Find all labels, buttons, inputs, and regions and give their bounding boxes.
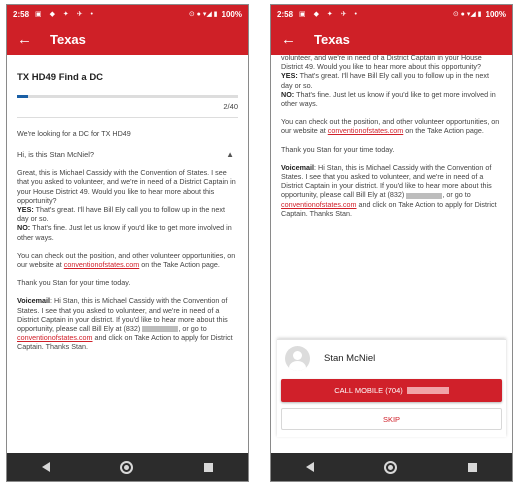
yes-text: That's great. I'll have Bill Ely call yo… xyxy=(281,71,489,90)
battery-level: 100% xyxy=(221,9,242,19)
divider xyxy=(17,117,238,118)
call-mobile-button[interactable]: CALL MOBILE (704) xyxy=(281,379,502,402)
no-label: NO: xyxy=(281,89,295,99)
conversation-content: TX HD49 Find a DC 2/40 We're looking for… xyxy=(7,55,248,453)
no-text: That's fine. Just let us know if you'd l… xyxy=(281,89,496,109)
contact-name: Stan McNiel xyxy=(324,353,376,364)
website-paragraph: You can check out the position, and othe… xyxy=(17,251,238,269)
avatar-head xyxy=(293,351,302,360)
chevron-up-icon[interactable]: ▲ xyxy=(226,150,234,159)
redacted-number xyxy=(406,192,443,199)
android-nav-bar xyxy=(271,453,512,481)
nav-back-icon[interactable] xyxy=(306,462,315,472)
phone-screen-left: 2:58 ▣ ◆ ✦ ✈ • ⊙ ● ▾◢ ▮ 100% ← Texas TX … xyxy=(6,4,249,482)
status-right: ⊙ ● ▾◢ ▮ 100% xyxy=(189,10,242,19)
yes-response: YES: That's great. I'll have Bill Ely ca… xyxy=(281,71,502,89)
contact-row: Stan McNiel xyxy=(281,346,502,371)
voicemail-text-b: , or go to xyxy=(178,324,207,334)
no-response: NO: That's fine. Just let us know if you… xyxy=(17,223,238,241)
no-label: NO: xyxy=(17,223,31,233)
avatar-body xyxy=(289,361,306,371)
nav-back-icon[interactable] xyxy=(42,462,51,472)
notification-icons: ▣ ◆ ✦ ✈ • xyxy=(299,11,360,18)
conversation-content: volunteer, and we're in need of a Distri… xyxy=(271,55,512,339)
progress-count: 2/40 xyxy=(223,102,238,111)
website-link[interactable]: conventionofstates.com xyxy=(64,260,140,269)
progress-fill xyxy=(17,95,29,98)
skip-button[interactable]: SKIP xyxy=(281,408,502,430)
campaign-title: TX HD49 Find a DC xyxy=(17,72,104,83)
signal-icons: ⊙ ● ▾◢ ▮ xyxy=(452,11,482,18)
yes-label: YES: xyxy=(281,71,298,81)
no-response: NO: That's fine. Just let us know if you… xyxy=(281,90,502,108)
yes-text: That's great. I'll have Bill Ely call yo… xyxy=(17,205,225,224)
question-text: Hi, is this Stan McNiel? xyxy=(17,150,95,160)
android-nav-bar xyxy=(7,453,248,481)
website-text-b: on the Take Action page. xyxy=(141,260,220,270)
battery-level: 100% xyxy=(485,9,506,19)
arrow-left-icon[interactable]: ← xyxy=(17,32,32,47)
app-title: Texas xyxy=(314,31,350,47)
skip-button-label: SKIP xyxy=(382,414,401,424)
thanks-message: Thank you Stan for your time today. xyxy=(281,144,395,154)
website-link[interactable]: conventionofstates.com xyxy=(328,126,404,135)
voicemail-paragraph: Voicemail: Hi Stan, this is Michael Cass… xyxy=(17,296,238,351)
app-title: Texas xyxy=(50,31,86,47)
yes-label: YES: xyxy=(17,205,34,215)
status-bar: 2:58 ▣ ◆ ✦ ✈ • ⊙ ● ▾◢ ▮ 100% xyxy=(7,5,248,23)
status-time: 2:58 xyxy=(277,9,294,19)
progress-bar xyxy=(17,95,238,98)
question-accordion[interactable]: Hi, is this Stan McNiel? ▲ xyxy=(17,150,238,159)
notification-icons: ▣ ◆ ✦ ✈ • xyxy=(35,11,96,18)
arrow-left-icon[interactable]: ← xyxy=(281,32,296,47)
voicemail-label: Voicemail xyxy=(281,162,315,172)
voicemail-text-b: , or go to xyxy=(442,190,471,200)
website-paragraph: You can check out the position, and othe… xyxy=(281,117,502,135)
contact-card: Stan McNiel CALL MOBILE (704) SKIP xyxy=(277,339,506,437)
nav-home-icon[interactable] xyxy=(384,460,398,474)
voicemail-link[interactable]: conventionofstates.com xyxy=(17,333,93,342)
nav-recent-icon[interactable] xyxy=(467,462,477,472)
signal-icons: ⊙ ● ▾◢ ▮ xyxy=(188,11,218,18)
script-paragraph: Great, this is Michael Cassidy with the … xyxy=(17,168,236,205)
thanks-message: Thank you Stan for your time today. xyxy=(17,278,131,288)
nav-home-icon[interactable] xyxy=(120,460,134,474)
app-bar: ← Texas xyxy=(271,23,512,55)
intro-message: We're looking for a DC for TX HD49 xyxy=(17,129,131,138)
voicemail-label: Voicemail xyxy=(17,296,51,306)
voicemail-link[interactable]: conventionofstates.com xyxy=(281,200,357,209)
call-button-label: CALL MOBILE (704) xyxy=(334,386,403,395)
phone-screen-right: 2:58 ▣ ◆ ✦ ✈ • ⊙ ● ▾◢ ▮ 100% ← Texas vol… xyxy=(270,4,513,482)
script-paragraph: volunteer, and we're in need of a Distri… xyxy=(281,55,482,72)
yes-response: YES: That's great. I'll have Bill Ely ca… xyxy=(17,205,238,223)
app-bar: ← Texas xyxy=(7,23,248,55)
no-text: That's fine. Just let us know if you'd l… xyxy=(17,223,232,242)
redacted-number xyxy=(142,326,179,333)
website-text-b: on the Take Action page. xyxy=(405,126,484,136)
nav-recent-icon[interactable] xyxy=(203,462,213,472)
voicemail-paragraph: Voicemail: Hi Stan, this is Michael Cass… xyxy=(281,163,502,218)
status-right: ⊙ ● ▾◢ ▮ 100% xyxy=(453,10,506,19)
person-avatar-icon xyxy=(285,346,310,371)
redacted-phone xyxy=(406,387,449,394)
status-time: 2:58 xyxy=(13,9,30,19)
status-bar: 2:58 ▣ ◆ ✦ ✈ • ⊙ ● ▾◢ ▮ 100% xyxy=(271,5,512,23)
